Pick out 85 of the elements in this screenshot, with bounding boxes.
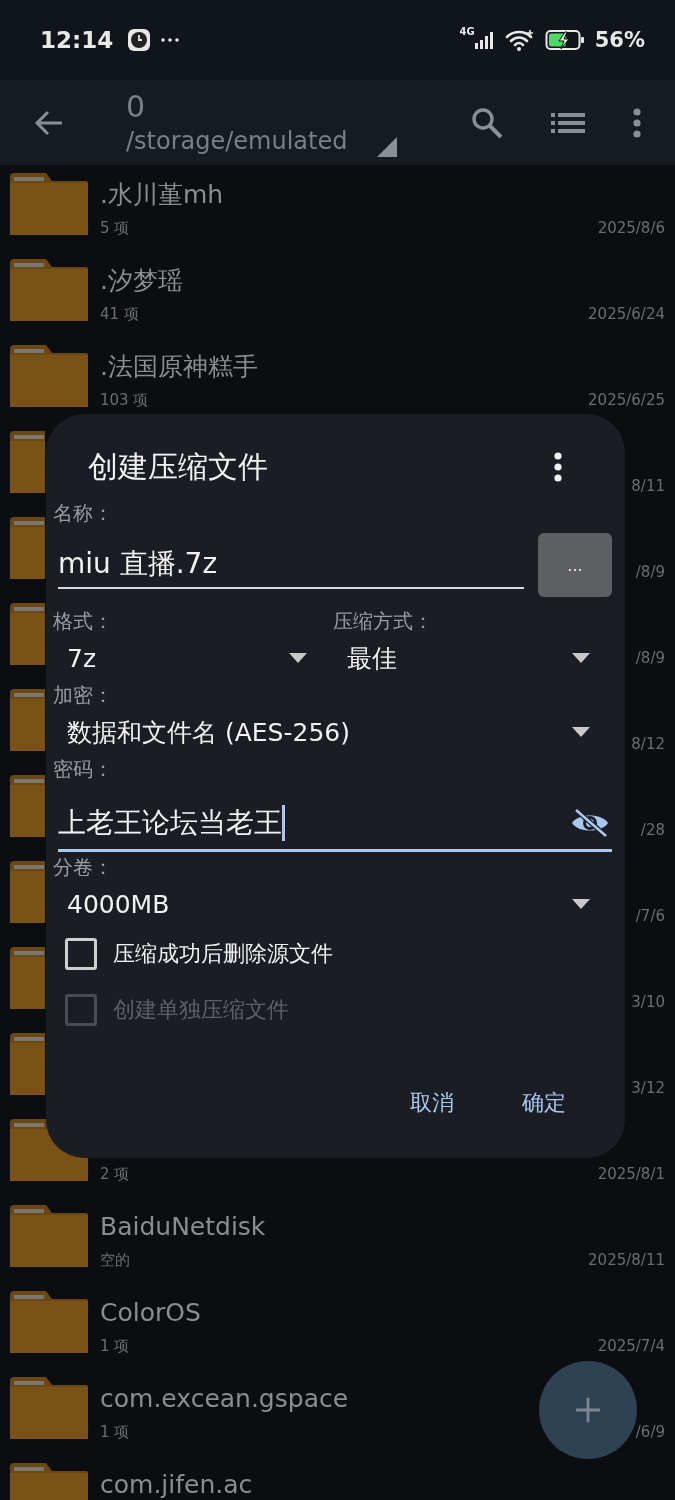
name-value: miu 直播.7z xyxy=(58,546,218,582)
modified-date: 3/10 xyxy=(631,993,665,1011)
password-field[interactable]: 上老王论坛当老王 xyxy=(58,796,612,852)
folder-icon xyxy=(10,173,88,235)
modified-date: /7/6 xyxy=(635,907,665,925)
folder-name[interactable]: BaiduNetdisk xyxy=(100,1211,266,1241)
modified-date: 2025/8/6 xyxy=(597,219,665,237)
folder-name[interactable]: com.jifen.ac xyxy=(100,1469,253,1499)
folder-icon xyxy=(10,345,88,407)
folder-path[interactable]: /storage/emulated xyxy=(126,124,348,157)
back-icon[interactable] xyxy=(34,109,64,136)
modified-date: 8/11 xyxy=(631,477,665,495)
folder-name[interactable]: .水川堇mh xyxy=(100,177,224,211)
folder-icon xyxy=(10,431,45,493)
folder-icon xyxy=(10,1291,88,1353)
item-count: 103 项 xyxy=(100,390,149,410)
dialog-title: 创建压缩文件 xyxy=(88,447,269,486)
battery-charging-icon xyxy=(544,29,585,51)
field-label: 分卷： xyxy=(53,854,113,881)
dropdown-arrow-icon xyxy=(288,653,307,663)
encryption-dropdown[interactable]: 数据和文件名 (AES-256) xyxy=(53,710,612,754)
checkbox-label: 压缩成功后删除源文件 xyxy=(113,940,333,968)
folder-icon xyxy=(10,603,45,665)
split-dropdown[interactable]: 4000MB xyxy=(53,882,612,926)
field-label: 压缩方式： xyxy=(332,608,433,635)
folder-name[interactable]: com.excean.gspace xyxy=(100,1383,349,1413)
network-type: 4G xyxy=(459,26,475,37)
folder-icon xyxy=(10,1033,45,1095)
item-count: 空的 xyxy=(100,1250,130,1270)
eye-off-icon[interactable] xyxy=(570,807,610,838)
folder-icon xyxy=(10,861,45,923)
clock-icon xyxy=(127,28,152,52)
modified-date: 2025/8/1 xyxy=(597,1165,665,1183)
modified-date: /28 xyxy=(640,821,665,839)
folder-icon xyxy=(10,1205,88,1267)
modified-date: /6/9 xyxy=(635,1423,665,1441)
item-count: 41 项 xyxy=(100,304,139,324)
battery-percent: 56% xyxy=(594,28,645,52)
item-count: 1 项 xyxy=(100,1422,130,1442)
folder-title: 0 xyxy=(126,88,147,125)
modified-date: 3/12 xyxy=(631,1079,665,1097)
modified-date: 2025/6/24 xyxy=(588,305,665,323)
item-count: 2 项 xyxy=(100,1164,130,1184)
checkbox-label: 创建单独压缩文件 xyxy=(113,996,289,1024)
folder-icon xyxy=(10,689,45,751)
item-count: 5 项 xyxy=(100,218,130,238)
field-label: 密码： xyxy=(53,756,113,783)
folder-name[interactable]: .法国原神糕手 xyxy=(100,349,258,383)
folder-icon xyxy=(10,775,45,837)
modified-date: 2025/8/11 xyxy=(588,1251,665,1269)
dialog-button[interactable]: 取消 xyxy=(386,1078,478,1128)
modified-date: 2025/7/4 xyxy=(597,1337,665,1355)
dropdown-arrow-icon xyxy=(572,899,590,909)
folder-icon xyxy=(10,259,88,321)
folder-icon xyxy=(10,1377,88,1439)
folder-icon xyxy=(10,517,45,579)
folder-name[interactable]: ColorOS xyxy=(100,1297,201,1327)
field-label: 格式： xyxy=(53,608,113,635)
more-options-icon[interactable] xyxy=(554,452,562,482)
status-time: 12:14 xyxy=(40,27,114,53)
item-count: 1 项 xyxy=(100,1336,130,1356)
folder-name[interactable]: .汐梦瑶 xyxy=(100,263,183,297)
format-dropdown[interactable]: 7z xyxy=(53,636,333,680)
wifi-icon xyxy=(504,29,535,51)
modified-date: 8/12 xyxy=(631,735,665,753)
modified-date: /8/9 xyxy=(635,649,665,667)
name-field[interactable]: miu 直播.7z xyxy=(58,541,524,589)
password-value: 上老王论坛当老王 xyxy=(58,804,282,841)
method-dropdown[interactable]: 最佳 xyxy=(332,636,612,680)
dropdown-corner-icon[interactable] xyxy=(377,137,398,157)
browse-button[interactable]: ... xyxy=(538,533,612,597)
field-label: 加密： xyxy=(53,682,113,709)
dropdown-arrow-icon xyxy=(572,653,590,663)
text-cursor xyxy=(282,804,285,841)
dropdown-arrow-icon xyxy=(572,727,590,737)
search-icon[interactable] xyxy=(471,106,503,139)
signal-icon xyxy=(474,31,495,49)
field-label: 名称： xyxy=(53,500,113,527)
list-view-icon[interactable] xyxy=(551,111,585,134)
dialog-button[interactable]: 确定 xyxy=(498,1078,590,1128)
modified-date: /8/9 xyxy=(635,563,665,581)
plus-icon xyxy=(574,1396,602,1424)
more-dots-icon xyxy=(161,38,180,42)
modified-date: 2025/6/25 xyxy=(588,391,665,409)
folder-icon xyxy=(10,947,45,1009)
